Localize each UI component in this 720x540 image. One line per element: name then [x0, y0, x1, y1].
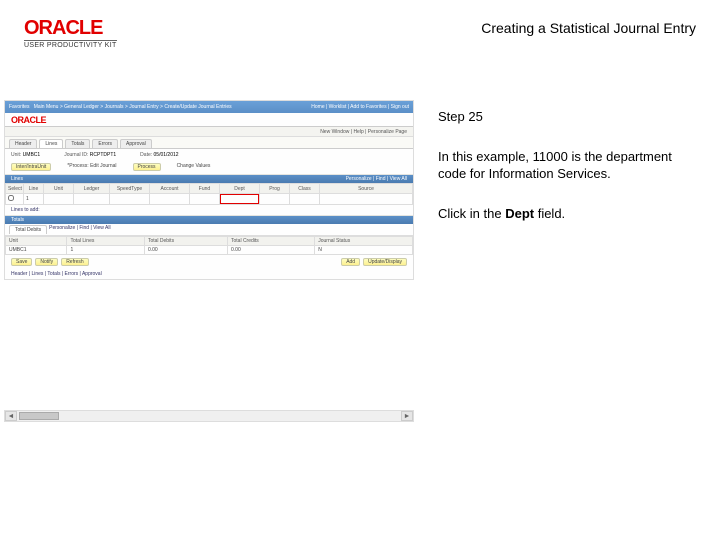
step-label: Step 25	[438, 108, 692, 126]
form-row-2: Inter/IntraUnit *Process: Edit Journal P…	[5, 161, 413, 175]
process-button[interactable]: Process	[133, 163, 161, 171]
tcell-unit: UMBC1	[6, 246, 67, 255]
date-label: Date:	[140, 152, 152, 158]
cell-ledger[interactable]	[74, 194, 110, 205]
tab-lines[interactable]: Lines	[39, 139, 63, 148]
tcell-lines: 1	[67, 246, 144, 255]
page-header: ORACLE USER PRODUCTIVITY KIT Creating a …	[24, 18, 696, 49]
cell-speedtype[interactable]	[110, 194, 150, 205]
refresh-button[interactable]: Refresh	[61, 258, 89, 266]
unit-value: UMBC1	[23, 152, 41, 158]
change-values-link[interactable]: Change Values	[177, 163, 211, 171]
highlight-indicator	[220, 194, 260, 205]
app-topbar: Favorites Main Menu > General Ledger > J…	[5, 101, 413, 113]
horizontal-scrollbar[interactable]: ◄ ►	[4, 410, 414, 422]
grid-header-row: Select Line Unit Ledger SpeedType Accoun…	[6, 184, 413, 194]
col-line: Line	[24, 184, 44, 194]
grid-data-row: 1	[6, 194, 413, 205]
tab-approval[interactable]: Approval	[120, 139, 152, 148]
col-dept: Dept	[220, 184, 260, 194]
journalid-label: Journal ID:	[64, 152, 88, 158]
interunit-button[interactable]: Inter/IntraUnit	[11, 163, 51, 171]
bottom-tab-links[interactable]: Header | Lines | Totals | Errors | Appro…	[5, 269, 413, 279]
lines-title: Lines	[11, 175, 23, 183]
dept-field[interactable]	[220, 194, 260, 205]
totals-grid: Unit Total Lines Total Debits Total Cred…	[5, 236, 413, 255]
lines-to-add-label: Lines to add:	[11, 207, 40, 213]
unit-label: Unit:	[11, 152, 21, 158]
row-checkbox[interactable]	[8, 195, 14, 201]
process-value[interactable]: Edit Journal	[90, 163, 116, 169]
notify-button[interactable]: Notify	[35, 258, 58, 266]
tcol-debits: Total Debits	[144, 237, 227, 246]
cell-source[interactable]	[320, 194, 413, 205]
tcol-status: Journal Status	[315, 237, 413, 246]
oracle-logo: ORACLE	[24, 18, 117, 38]
cell-prog[interactable]	[260, 194, 290, 205]
cell-fund[interactable]	[190, 194, 220, 205]
tcol-unit: Unit	[6, 237, 67, 246]
col-source: Source	[320, 184, 413, 194]
instruction-action: Click in the Dept field.	[438, 205, 692, 223]
app-screenshot: Favorites Main Menu > General Ledger > J…	[4, 100, 414, 280]
cell-unit[interactable]	[44, 194, 74, 205]
date-value: 05/01/2012	[154, 152, 179, 158]
totals-tab-debits[interactable]: Total Debits	[9, 225, 47, 234]
totals-tools[interactable]: Personalize | Find | View All	[49, 225, 110, 234]
col-ledger: Ledger	[74, 184, 110, 194]
logo-block: ORACLE USER PRODUCTIVITY KIT	[24, 18, 117, 49]
scroll-left-arrow[interactable]: ◄	[5, 411, 17, 421]
page-title: Creating a Statistical Journal Entry	[481, 20, 696, 36]
journalid-value: RCPTDPT1	[90, 152, 116, 158]
app-toolbar-links: New Window | Help | Personalize Page	[5, 127, 413, 137]
col-select: Select	[6, 184, 24, 194]
add-button[interactable]: Add	[341, 258, 360, 266]
process-label: *Process:	[67, 163, 88, 169]
tcell-credits: 0.00	[228, 246, 315, 255]
col-speedtype: SpeedType	[110, 184, 150, 194]
cell-line: 1	[24, 194, 44, 205]
mini-oracle-logo: ORACLE	[11, 115, 46, 125]
col-account: Account	[150, 184, 190, 194]
scroll-right-arrow[interactable]: ►	[401, 411, 413, 421]
topbar-left: Favorites Main Menu > General Ledger > J…	[9, 104, 232, 110]
lines-to-add: Lines to add:	[5, 205, 413, 216]
action-field-name: Dept	[505, 206, 534, 221]
cell-account[interactable]	[150, 194, 190, 205]
col-fund: Fund	[190, 184, 220, 194]
action-post: field.	[534, 206, 565, 221]
tab-header[interactable]: Header	[9, 139, 37, 148]
totals-tabs: Total Debits Personalize | Find | View A…	[5, 224, 413, 236]
lines-section-header: Lines Personalize | Find | View All	[5, 175, 413, 183]
cell-select[interactable]	[6, 194, 24, 205]
save-button[interactable]: Save	[11, 258, 32, 266]
tcol-credits: Total Credits	[228, 237, 315, 246]
lines-grid: Select Line Unit Ledger SpeedType Accoun…	[5, 183, 413, 205]
cell-class[interactable]	[290, 194, 320, 205]
tcol-lines: Total Lines	[67, 237, 144, 246]
tcell-status: N	[315, 246, 413, 255]
app-tabs: Header Lines Totals Errors Approval	[5, 137, 413, 149]
update-button[interactable]: Update/Display	[363, 258, 407, 266]
app-brand-row: ORACLE	[5, 113, 413, 127]
tcell-debits: 0.00	[144, 246, 227, 255]
tab-totals[interactable]: Totals	[65, 139, 90, 148]
logo-subtitle: USER PRODUCTIVITY KIT	[24, 40, 117, 49]
action-pre: Click in the	[438, 206, 505, 221]
footer-buttons-row: Save Notify Refresh Add Update/Display	[5, 255, 413, 269]
instruction-body: In this example, 11000 is the department…	[438, 148, 692, 183]
topbar-right: Home | Worklist | Add to Favorites | Sig…	[311, 104, 409, 110]
col-unit: Unit	[44, 184, 74, 194]
totals-section-header: Totals	[5, 216, 413, 224]
tab-errors[interactable]: Errors	[92, 139, 118, 148]
scroll-thumb[interactable]	[19, 412, 59, 420]
col-class: Class	[290, 184, 320, 194]
instruction-column: Step 25 In this example, 11000 is the de…	[420, 100, 720, 422]
screenshot-column: Favorites Main Menu > General Ledger > J…	[0, 100, 420, 422]
lines-tools[interactable]: Personalize | Find | View All	[346, 175, 407, 183]
totals-header-row: Unit Total Lines Total Debits Total Cred…	[6, 237, 413, 246]
col-prog: Prog	[260, 184, 290, 194]
totals-data-row: UMBC1 1 0.00 0.00 N	[6, 246, 413, 255]
form-row-1: Unit: UMBC1 Journal ID: RCPTDPT1 Date: 0…	[5, 149, 413, 161]
